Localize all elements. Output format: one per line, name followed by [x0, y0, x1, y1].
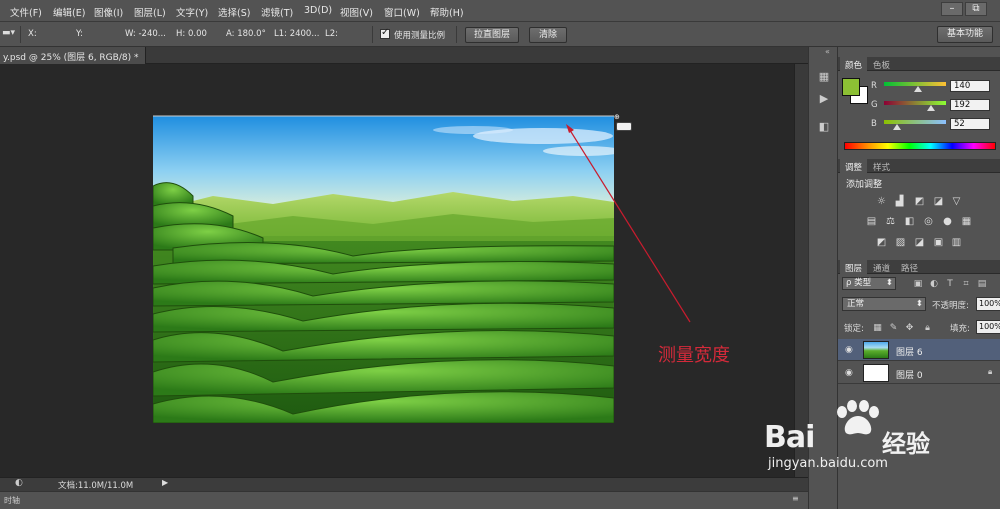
selective-color-icon[interactable]: ▣ [932, 237, 945, 248]
chevron-down-icon: ⬍ [885, 278, 893, 288]
layer-filter-select[interactable]: ρ 类型 ⬍ [842, 277, 896, 290]
layers-panel-tabs: 图层 通道 路径 [838, 260, 1000, 274]
gradient-map-icon[interactable]: ▥ [950, 237, 963, 248]
lock-icon: 🔒︎ [988, 367, 993, 376]
chevron-down-icon: ⬍ [915, 299, 923, 309]
status-menu-icon[interactable]: ▶ [162, 478, 168, 487]
layer-thumbnail [863, 341, 889, 359]
g-value-field[interactable]: 192 [950, 99, 990, 111]
threshold-icon[interactable]: ◪ [913, 237, 926, 248]
arrow-head-icon [566, 124, 574, 133]
collapse-icon[interactable]: « [825, 47, 830, 56]
baidu-watermark: Bai 经验 jingyan.baidu.com [758, 398, 958, 471]
timeline-label[interactable]: 时轴 [4, 495, 20, 506]
doc-size-readout: 文档:11.0M/11.0M [58, 481, 134, 491]
tab-layers[interactable]: 图层 [840, 260, 868, 274]
tab-styles[interactable]: 样式 [868, 159, 895, 173]
annotation-label: 测量宽度 [658, 345, 730, 366]
b-label: B [871, 119, 877, 129]
color-balance-icon[interactable]: ⚖ [884, 216, 897, 227]
levels-icon[interactable]: ▟ [893, 196, 906, 207]
layer-filter-label: ρ 类型 [846, 278, 872, 288]
tab-adjustments[interactable]: 调整 [840, 159, 868, 173]
r-slider-thumb[interactable] [914, 86, 922, 92]
panel-menu-icon[interactable]: ≡ [792, 494, 799, 503]
lock-paint-icon[interactable]: ✎ [888, 323, 899, 334]
opacity-field[interactable]: 100% [976, 297, 1000, 311]
tab-color[interactable]: 颜色 [840, 57, 868, 71]
layer-thumbnail [863, 364, 889, 382]
status-bar: ◐ 文档:11.0M/11.0M ▶ [0, 477, 808, 491]
channel-mixer-icon[interactable]: ● [941, 216, 954, 227]
foreground-color-swatch[interactable] [842, 78, 860, 96]
r-value-field[interactable]: 140 [950, 80, 990, 92]
filter-type-icon[interactable]: T [944, 279, 956, 290]
filter-adjust-icon[interactable]: ◐ [928, 279, 940, 290]
eye-icon[interactable]: ◉ [845, 368, 853, 378]
fill-label: 填充: [950, 324, 970, 334]
baidu-paw-logo [837, 400, 879, 435]
filter-pixel-icon[interactable]: ▣ [912, 279, 924, 290]
filter-smart-icon[interactable]: ▤ [976, 279, 988, 290]
lock-move-icon[interactable]: ✥ [904, 323, 915, 334]
timeline-bar: 时轴 ≡ [0, 491, 808, 509]
watermark-url: jingyan.baidu.com [768, 456, 888, 471]
status-icon[interactable]: ◐ [15, 478, 23, 488]
layer-name[interactable]: 图层 0 [896, 368, 923, 381]
blend-mode-value: 正常 [847, 299, 865, 309]
watermark-brand-cn: 经验 [882, 430, 930, 458]
brightness-icon[interactable]: ☼ [875, 196, 888, 207]
r-label: R [871, 81, 877, 91]
black-white-icon[interactable]: ◧ [903, 216, 916, 227]
measure-endpoint-icon: ⊕ [614, 113, 620, 121]
photo-filter-icon[interactable]: ◎ [922, 216, 935, 227]
lock-transparent-icon[interactable]: ▦ [872, 323, 883, 334]
ruler-badge-icon [616, 122, 632, 131]
invert-icon[interactable]: ◩ [875, 237, 888, 248]
layer-row[interactable]: ◉ 图层 0 🔒︎ [838, 362, 1000, 384]
layer-row[interactable]: ◉ 图层 6 [838, 339, 1000, 361]
color-lookup-icon[interactable]: ▦ [960, 216, 973, 227]
annotation-arrow [567, 126, 691, 323]
history-icon[interactable]: ▦ [815, 69, 833, 85]
b-value-field[interactable]: 52 [950, 118, 990, 130]
opacity-label: 不透明度: [932, 301, 969, 311]
filter-shape-icon[interactable]: ⌗ [960, 279, 972, 290]
tab-swatches[interactable]: 色板 [868, 57, 895, 71]
g-slider-thumb[interactable] [927, 105, 935, 111]
eye-icon[interactable]: ◉ [845, 345, 853, 355]
minimize-button[interactable]: – [941, 2, 963, 16]
color-panel-tabs: 颜色 色板 [838, 57, 1000, 71]
actions-play-icon[interactable]: ▶ [815, 91, 833, 107]
tab-channels[interactable]: 通道 [868, 260, 895, 274]
g-slider[interactable] [884, 101, 946, 105]
posterize-icon[interactable]: ▨ [894, 237, 907, 248]
fill-field[interactable]: 100% [976, 320, 1000, 334]
exposure-icon[interactable]: ◪ [932, 196, 945, 207]
watermark-brand: Bai [764, 420, 815, 455]
adjust-panel-tabs: 调整 样式 [838, 159, 1000, 173]
b-slider-thumb[interactable] [893, 124, 901, 130]
color-spectrum-bar[interactable] [844, 142, 996, 150]
annotation-overlay [153, 115, 691, 323]
tab-paths[interactable]: 路径 [896, 260, 923, 274]
workspace-button[interactable]: 基本功能 [937, 26, 993, 43]
curves-icon[interactable]: ◩ [913, 196, 926, 207]
restore-button[interactable]: ⧉ [965, 2, 987, 16]
add-adjustment-title: 添加调整 [846, 180, 883, 190]
lock-all-icon[interactable]: 🔒︎ [922, 323, 933, 334]
vibrance-icon[interactable]: ▽ [950, 196, 963, 207]
hue-sat-icon[interactable]: ▤ [865, 216, 878, 227]
g-label: G [871, 100, 878, 110]
properties-icon[interactable]: ◧ [815, 119, 833, 135]
layer-name[interactable]: 图层 6 [896, 345, 923, 358]
lock-label: 锁定: [844, 324, 864, 334]
blend-mode-select[interactable]: 正常 ⬍ [842, 297, 926, 311]
